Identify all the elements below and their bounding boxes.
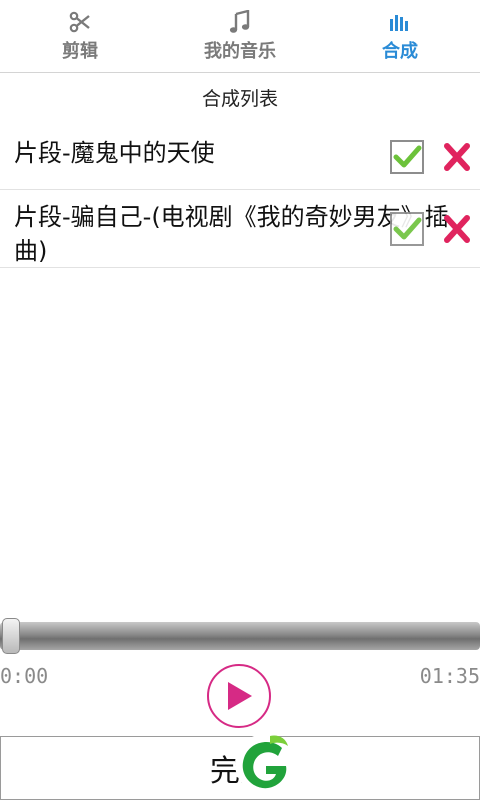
tab-compose[interactable]: 合成 [320,0,480,72]
current-time: 0:00 [0,664,49,688]
seek-bar[interactable] [0,618,480,654]
item-checkbox[interactable] [390,212,424,246]
tab-compose-label: 合成 [382,41,418,62]
music-note-icon [229,10,251,34]
delete-icon[interactable] [442,214,472,244]
list-item[interactable]: 片段-魔鬼中的天使 [0,122,480,190]
tab-bar: 剪辑 我的音乐 合成 [0,0,480,73]
play-button[interactable] [207,664,271,728]
delete-icon[interactable] [442,142,472,172]
seek-handle[interactable] [2,618,20,654]
play-icon [228,682,252,710]
list-item[interactable]: 片段-骗自己-(电视剧《我的奇妙男友》插曲) [0,190,480,268]
tab-my-music-label: 我的音乐 [204,41,276,62]
scissors-icon [68,10,92,34]
item-checkbox[interactable] [390,140,424,174]
list-title: 合成列表 [201,88,278,110]
tab-edit-label: 剪辑 [62,41,98,62]
tab-edit[interactable]: 剪辑 [0,0,160,72]
app-logo [232,730,298,796]
tab-my-music[interactable]: 我的音乐 [160,0,320,72]
checkmark-icon [393,217,422,240]
seek-track[interactable] [0,622,480,650]
checkmark-icon [393,145,422,168]
list-item-name: 片段-魔鬼中的天使 [14,139,215,167]
total-time: 01:35 [419,664,480,688]
equalizer-icon [389,10,411,34]
